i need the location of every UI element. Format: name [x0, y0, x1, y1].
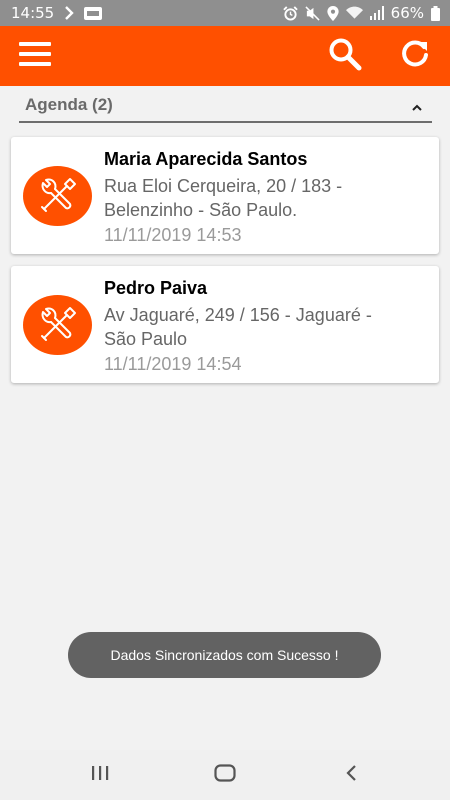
tools-icon [23, 166, 92, 226]
client-name: Pedro Paiva [104, 278, 208, 298]
appointment-datetime: 11/11/2019 14:54 [104, 354, 242, 374]
address-line-1: Av Jaguaré, 249 / 156 - Jaguaré - [104, 305, 372, 325]
status-bar: 14:55 66% [0, 0, 450, 26]
notification-badge-icon [84, 6, 103, 20]
sync-success-toast: Dados Sincronizados com Sucesso ! [68, 632, 381, 678]
address-line-1: Rua Eloi Cerqueira, 20 / 183 - [104, 176, 343, 196]
home-icon [214, 763, 236, 787]
location-icon [327, 5, 339, 21]
address-line-2: São Paulo [104, 329, 188, 349]
chevron-up-icon[interactable] [412, 99, 422, 117]
back-button[interactable] [336, 762, 366, 788]
wifi-icon [345, 6, 363, 20]
home-button[interactable] [210, 762, 240, 788]
toast-message: Dados Sincronizados com Sucesso ! [110, 647, 339, 663]
tools-icon [23, 295, 92, 355]
appointment-card[interactable]: Pedro Paiva Av Jaguaré, 249 / 156 - Jagu… [11, 266, 439, 383]
refresh-icon [399, 38, 431, 75]
chevron-right-icon [64, 6, 74, 20]
app-toolbar [0, 26, 450, 86]
section-title: Agenda (2) [25, 95, 113, 114]
status-time: 14:55 [11, 4, 55, 22]
system-nav-bar [0, 750, 450, 800]
refresh-button[interactable] [393, 34, 437, 78]
agenda-section-header[interactable]: Agenda (2) [19, 90, 432, 123]
recent-apps-icon [90, 765, 110, 786]
signal-icon [369, 6, 384, 20]
recent-apps-button[interactable] [85, 762, 115, 788]
menu-icon [19, 41, 51, 72]
address-line-2: Belenzinho - São Paulo. [104, 200, 298, 220]
menu-button[interactable] [13, 34, 57, 78]
appointment-card[interactable]: Maria Aparecida Santos Rua Eloi Cerqueir… [11, 137, 439, 254]
search-icon [328, 37, 362, 76]
back-icon [345, 764, 357, 787]
client-address: Av Jaguaré, 249 / 156 - Jaguaré - São Pa… [104, 303, 424, 351]
client-address: Rua Eloi Cerqueira, 20 / 183 - Belenzinh… [104, 174, 424, 222]
alarm-icon [282, 5, 298, 21]
mute-icon [305, 5, 320, 21]
client-name: Maria Aparecida Santos [104, 149, 308, 169]
appointment-datetime: 11/11/2019 14:53 [104, 225, 242, 245]
battery-percent: 66% [390, 4, 424, 22]
battery-icon [431, 5, 440, 21]
search-button[interactable] [323, 34, 367, 78]
